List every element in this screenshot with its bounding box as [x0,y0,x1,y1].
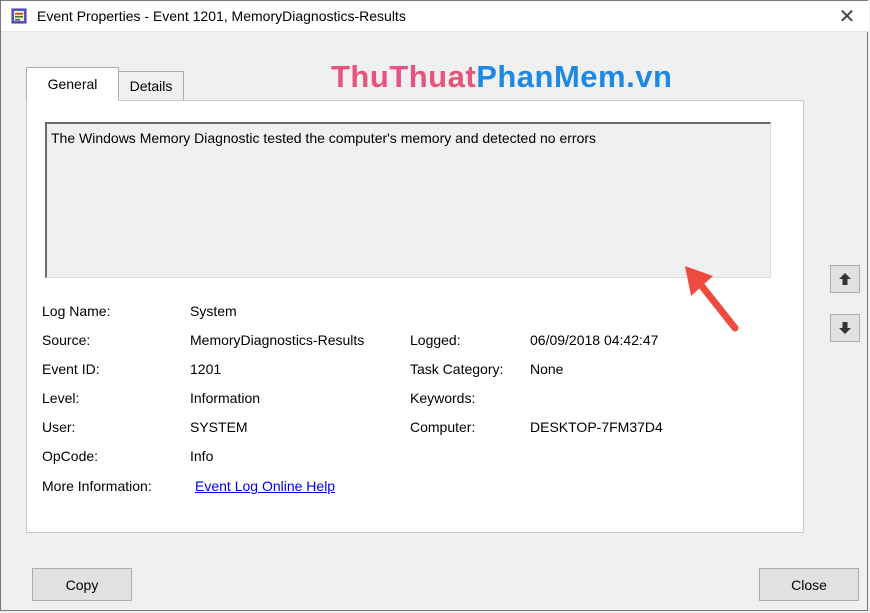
source-label: Source: [42,332,91,348]
user-label: User: [42,419,76,435]
event-viewer-app-icon [11,8,27,24]
next-event-button[interactable] [830,314,860,342]
close-icon: ✕ [838,5,856,28]
computer-value: DESKTOP-7FM37D4 [530,419,663,435]
close-window-button[interactable]: ✕ [825,1,869,31]
event-description-text: The Windows Memory Diagnostic tested the… [51,130,597,146]
window-title: Event Properties - Event 1201, MemoryDia… [37,8,406,24]
arrow-down-icon [839,322,851,334]
watermark-part-1: ThuThuat [331,59,477,94]
close-button-label: Close [791,576,827,593]
watermark-part-2: PhanMem.vn [476,59,673,94]
tab-general[interactable]: General [26,67,119,101]
event-description-box[interactable]: The Windows Memory Diagnostic tested the… [45,122,771,278]
opcode-value: Info [190,448,214,464]
watermark-logo: ThuThuatPhanMem.vn [331,59,672,95]
title-bar[interactable]: Event Properties - Event 1201, MemoryDia… [1,1,869,32]
computer-label: Computer: [410,419,476,435]
log-name-value: System [190,303,237,319]
user-value: SYSTEM [190,419,248,435]
tab-general-label: General [47,76,98,92]
event-properties-window: Event Properties - Event 1201, MemoryDia… [0,0,869,611]
event-id-value: 1201 [190,361,222,377]
task-category-value: None [530,361,564,377]
tab-details-label: Details [129,78,173,94]
source-value: MemoryDiagnostics-Results [190,332,365,348]
opcode-label: OpCode: [42,448,99,464]
general-tab-panel: The Windows Memory Diagnostic tested the… [26,100,804,533]
red-arrow-icon [685,266,739,332]
logged-value: 06/09/2018 04:42:47 [530,332,659,348]
level-value: Information [190,390,261,406]
logged-label: Logged: [410,332,461,348]
arrow-up-icon [839,273,851,285]
event-log-online-help-link[interactable]: Event Log Online Help [195,478,335,494]
keywords-label: Keywords: [410,390,476,406]
more-information-label: More Information: [42,478,152,494]
log-name-label: Log Name: [42,303,111,319]
copy-button[interactable]: Copy [32,568,132,601]
previous-event-button[interactable] [830,265,860,293]
copy-button-label: Copy [65,576,99,593]
tab-details[interactable]: Details [118,71,184,101]
level-label: Level: [42,390,80,406]
task-category-label: Task Category: [410,361,504,377]
event-id-label: Event ID: [42,361,100,377]
close-button[interactable]: Close [759,568,859,601]
